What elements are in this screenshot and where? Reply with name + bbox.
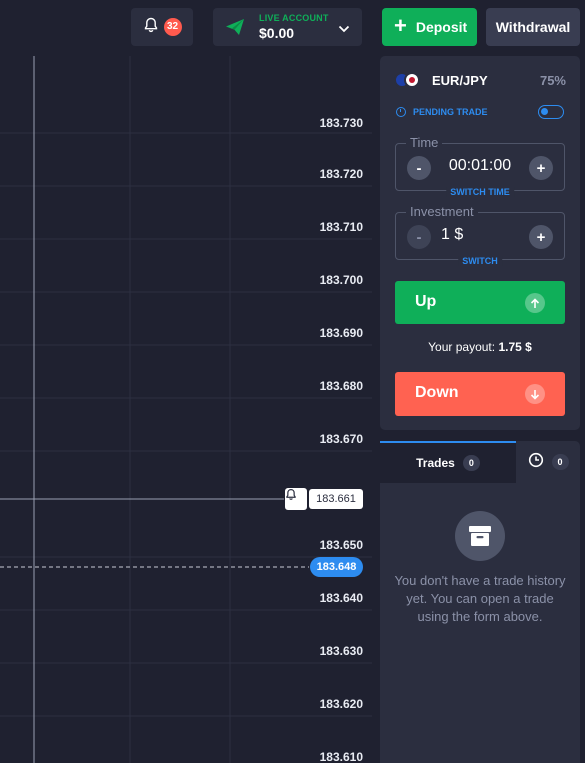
pending-trade-toggle[interactable] [538,105,564,119]
price-level-label: 183.610 [319,750,363,763]
empty-state-message: You don't have a trade history yet. You … [394,573,566,624]
open-price-tag: 183.648 [310,557,363,577]
price-level-label: 183.620 [319,697,363,711]
current-price-tag: 183.661 [309,489,363,509]
investment-field: Investment - 1 $ + SWITCH [395,204,565,266]
paper-plane-icon [225,18,245,41]
currency-flags-icon [394,72,424,88]
price-level-label: 183.640 [319,591,363,605]
payout-label: Your payout: [428,340,496,354]
down-button[interactable]: Down [395,372,565,416]
asset-selector[interactable]: EUR/JPY 75% [394,70,566,90]
down-label: Down [415,384,459,401]
clock-icon [396,107,406,117]
trades-empty-state: You don't have a trade history yet. You … [380,483,580,763]
pending-trade-label: PENDING TRADE [413,107,488,117]
switch-time-link[interactable]: SWITCH TIME [446,187,514,197]
account-balance: $0.00 [259,25,295,41]
top-bar: 32 LIVE ACCOUNT $0.00 + Deposit Withdraw… [0,0,585,52]
price-level-label: 183.700 [319,273,363,287]
arrow-up-icon [525,293,545,313]
account-type-label: LIVE ACCOUNT [259,13,329,23]
withdrawal-button[interactable]: Withdrawal [486,8,580,46]
time-value[interactable]: 00:01:00 [426,157,534,175]
trades-count-badge: 0 [462,455,480,471]
empty-box-icon [455,511,505,561]
up-button[interactable]: Up [395,281,565,324]
time-field: Time - 00:01:00 + SWITCH TIME [395,135,565,197]
bell-icon [143,17,159,38]
notifications-count-badge: 32 [163,18,182,36]
arrow-down-icon [525,384,545,404]
deposit-button[interactable]: + Deposit [382,8,477,46]
trades-panel: Trades 0 0 You don't have a trade histor… [380,441,580,763]
tab-trades[interactable]: Trades 0 [380,441,516,483]
account-selector[interactable]: LIVE ACCOUNT $0.00 [213,8,362,46]
switch-link[interactable]: SWITCH [458,256,502,266]
price-level-label: 183.670 [319,432,363,446]
chart-grid [0,56,372,763]
history-count-badge: 0 [551,454,569,470]
time-label: Time [406,135,443,150]
chevron-down-icon [338,21,350,39]
investment-value[interactable]: 1 $ [426,226,534,244]
deposit-label: Deposit [415,19,468,35]
asset-payout-percent: 75% [539,72,566,88]
plus-icon: + [394,13,407,38]
withdrawal-label: Withdrawal [495,19,571,35]
pending-trade-row: PENDING TRADE [396,105,564,119]
investment-label: Investment [406,204,478,219]
price-alert-bell-button[interactable] [285,488,307,510]
asset-name: EUR/JPY [432,72,488,88]
payout-value: 1.75 $ [498,340,532,354]
price-level-label: 183.650 [319,538,363,552]
price-level-label: 183.690 [319,326,363,340]
trade-panel: EUR/JPY 75% PENDING TRADE Time - 00:01:0… [380,56,580,430]
price-level-label: 183.680 [319,379,363,393]
tab-trades-label: Trades [416,456,455,470]
payout-row: Your payout: 1.75 $ [380,340,580,354]
tab-history[interactable]: 0 [516,441,580,483]
price-chart[interactable]: 183.730 183.720 183.710 183.700 183.690 … [0,56,372,763]
price-level-label: 183.710 [319,220,363,234]
price-level-label: 183.720 [319,167,363,181]
price-level-label: 183.730 [319,116,363,130]
clock-icon [528,452,544,473]
notifications-button[interactable]: 32 [131,8,193,46]
up-label: Up [415,293,437,310]
price-level-label: 183.630 [319,644,363,658]
time-increase-button[interactable]: + [529,156,553,180]
investment-increase-button[interactable]: + [529,225,553,249]
